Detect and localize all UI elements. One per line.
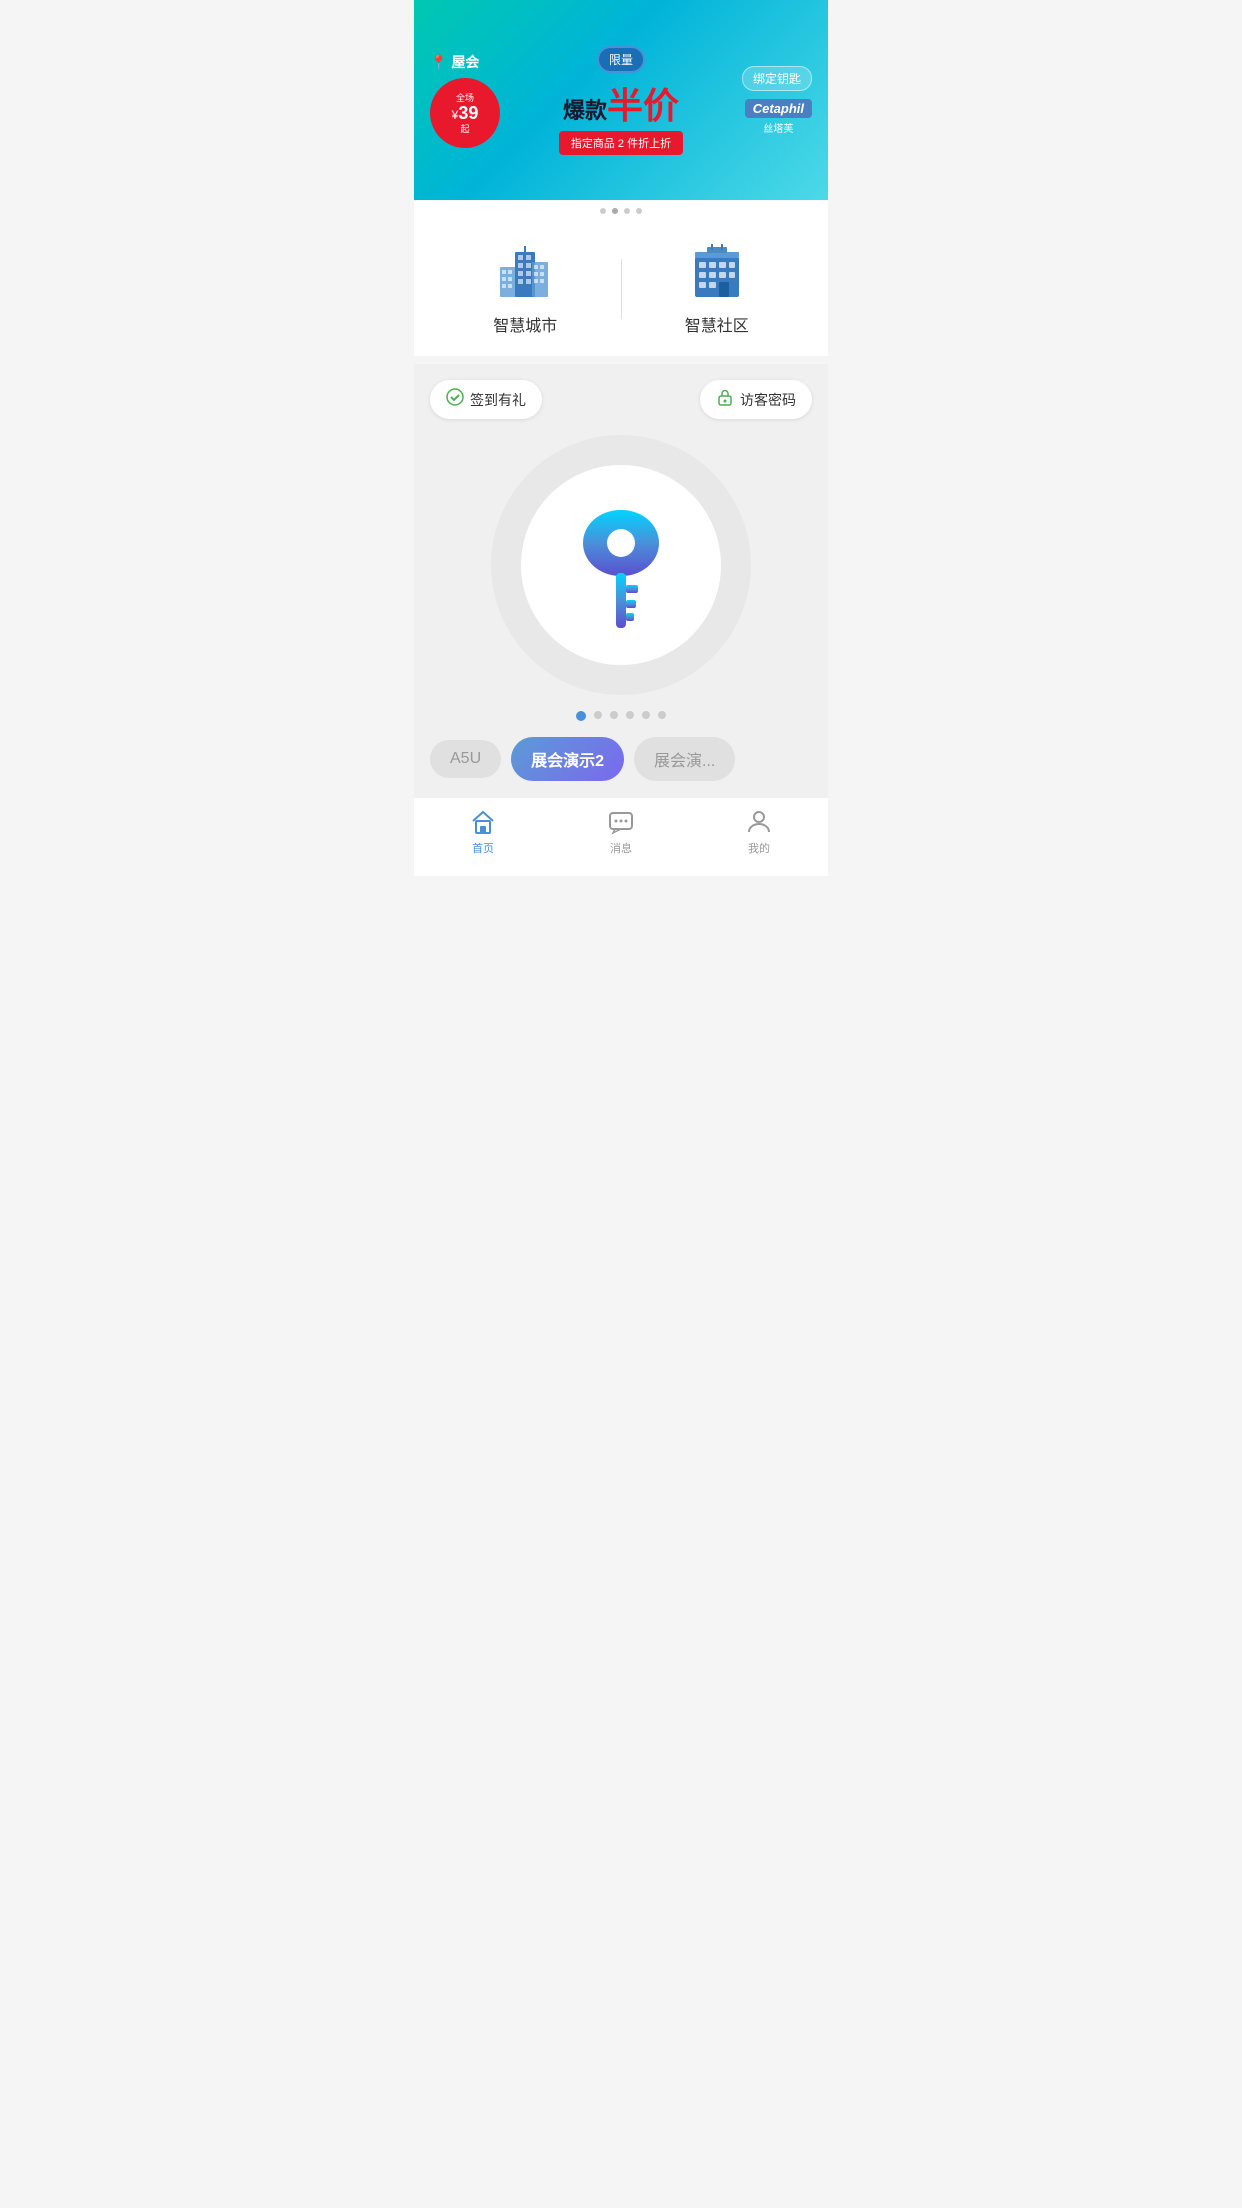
half-price-text1: 爆款 [563,93,607,125]
lock-icon [716,388,734,411]
checkin-button[interactable]: 签到有礼 [430,380,542,419]
price-symbol: ¥ [452,108,459,122]
profile-icon [745,808,773,836]
bottom-nav: 首页 消息 我的 [414,797,828,876]
key-tabs: A5U 展会演示2 展会演... [430,737,812,781]
bind-key-button[interactable]: 绑定钥匙 [742,66,812,91]
banner-dot-3 [624,208,630,214]
carousel-dot-4 [626,711,634,719]
carousel-dot-2 [594,711,602,719]
banner-ribbon: 指定商品 2 件折上折 [559,131,683,155]
key-section: 签到有礼 访客密码 [414,364,828,797]
banner-dot-2 [612,208,618,214]
banner: 📍 屋会 全场 ¥ 39 起 限量 爆款 半价 指定商品 2 件折上折 [414,0,828,200]
key-circle-outer[interactable] [491,435,751,695]
tab-demo3[interactable]: 展会演... [634,737,735,781]
banner-dots [414,200,828,222]
brand-name: Cetaphil [745,99,812,118]
tab-a5u[interactable]: A5U [430,740,501,778]
category-section: 智慧城市 智慧社区 [414,222,828,356]
carousel-dot-6 [658,711,666,719]
nav-home-label: 首页 [472,840,494,856]
nav-home[interactable]: 首页 [414,808,552,856]
nav-profile[interactable]: 我的 [690,808,828,856]
smart-community-icon [687,242,747,302]
key-icon [571,495,671,635]
home-icon [469,808,497,836]
nav-messages[interactable]: 消息 [552,808,690,856]
cetaphil-logo: Cetaphil 丝塔芙 [745,99,812,135]
checkin-label: 签到有礼 [470,390,526,410]
messages-icon [607,808,635,836]
banner-center: 限量 爆款 半价 指定商品 2 件折上折 [500,46,742,155]
banner-dot-1 [600,208,606,214]
tab-demo2[interactable]: 展会演示2 [511,737,624,781]
carousel-dot-3 [610,711,618,719]
banner-half-price: 爆款 半价 [563,77,679,129]
banner-dot-4 [636,208,642,214]
category-smart-community-label: 智慧社区 [685,312,749,336]
banner-expo-text: 屋会 [451,52,479,72]
pin-icon: 📍 [430,54,447,71]
banner-expo-tag: 📍 屋会 [430,52,479,72]
smart-city-icon [495,242,555,302]
banner-limited-tag: 限量 [597,46,645,73]
banner-right: 绑定钥匙 Cetaphil 丝塔芙 [742,66,812,135]
half-price-text2: 半价 [607,77,679,129]
key-circle-inner [521,465,721,665]
category-smart-city-label: 智慧城市 [493,312,557,336]
carousel-dots [430,711,812,721]
price-suffix: 起 [460,122,469,135]
price-value: 39 [458,104,478,122]
category-smart-city[interactable]: 智慧城市 [430,242,621,336]
banner-left: 📍 屋会 全场 ¥ 39 起 [430,52,500,148]
brand-sub: 丝塔芙 [763,120,793,135]
carousel-dot-1 [576,711,586,721]
visitor-button[interactable]: 访客密码 [700,380,812,419]
visitor-label: 访客密码 [740,390,796,410]
banner-price-badge: 全场 ¥ 39 起 [430,78,500,148]
carousel-dot-5 [642,711,650,719]
nav-messages-label: 消息 [610,840,632,856]
action-buttons: 签到有礼 访客密码 [430,380,812,419]
category-smart-community[interactable]: 智慧社区 [622,242,813,336]
nav-profile-label: 我的 [748,840,770,856]
checkin-icon [446,388,464,411]
